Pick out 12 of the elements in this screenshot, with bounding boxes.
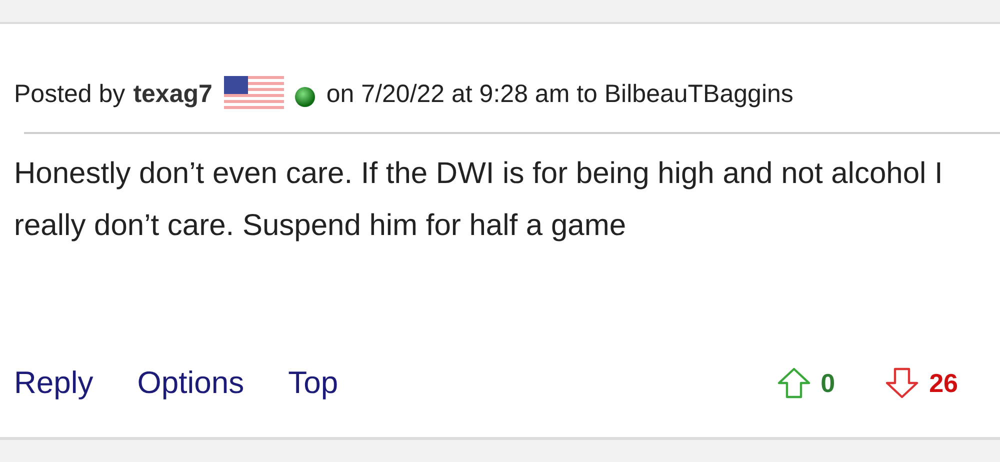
downvote-count: 26	[929, 368, 958, 398]
author-name[interactable]: texag7	[133, 80, 212, 108]
post-body: Honestly don’t even care. If the DWI is for being high and not alcohol I really don’t care. Suspend him for half a game	[14, 156, 944, 244]
upvote-count: 0	[820, 368, 836, 398]
upvote-arrow-icon[interactable]	[776, 367, 811, 399]
posted-by-label: Posted by	[14, 80, 126, 108]
post-meta: on 7/20/22 at 9:28 am to BilbeauTBaggins	[326, 80, 794, 108]
downvote-arrow-icon[interactable]	[885, 367, 920, 399]
flag-icon	[224, 76, 284, 112]
action-link[interactable]: Top	[288, 365, 338, 401]
action-link[interactable]: Reply	[14, 365, 94, 401]
action-link[interactable]: Options	[137, 365, 244, 401]
